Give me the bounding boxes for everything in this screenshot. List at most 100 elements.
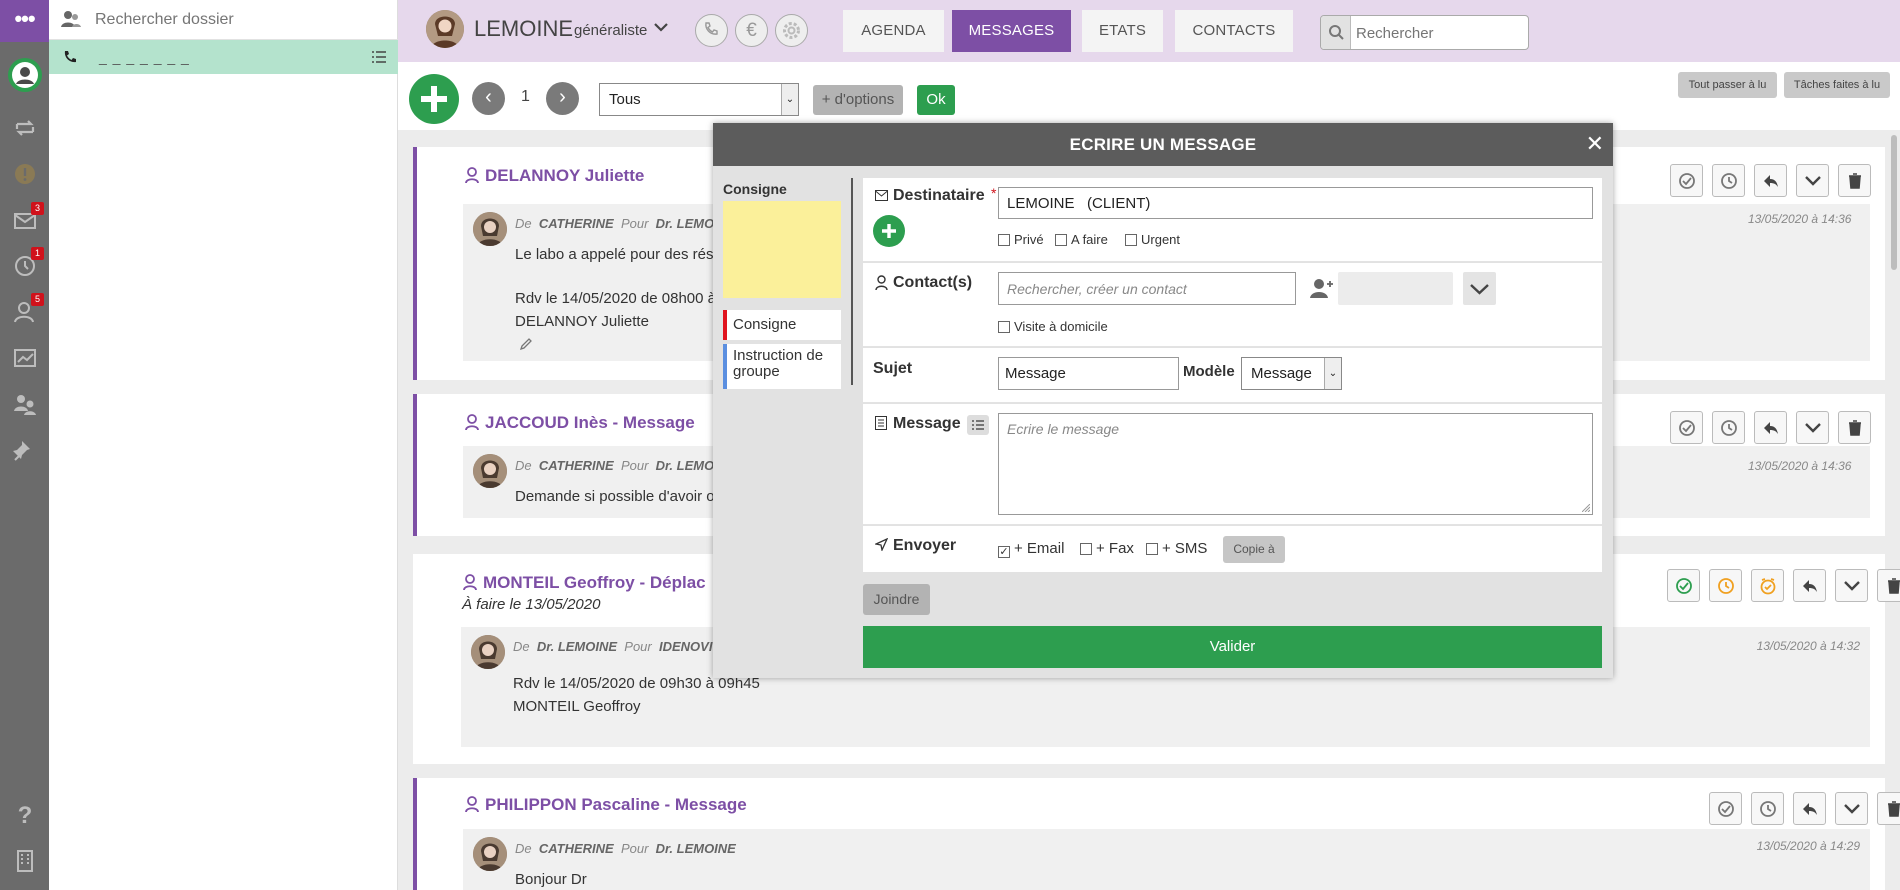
message-line: Le labo a appelé pour des résu [515, 246, 722, 263]
checkbox-prive[interactable]: Privé [998, 232, 1044, 247]
doctor-avatar[interactable] [426, 10, 464, 48]
chevron-down-icon[interactable] [654, 22, 668, 32]
sender-avatar [473, 837, 507, 871]
more-options-button[interactable]: + d'options [813, 85, 903, 115]
euro-circle-button[interactable]: € [735, 14, 768, 47]
sync-icon[interactable] [12, 115, 38, 141]
mark-all-read-button[interactable]: Tout passer à lu [1678, 72, 1777, 98]
alert-icon[interactable] [12, 161, 38, 187]
building-icon[interactable] [12, 848, 38, 874]
contact-dropdown-button[interactable] [1463, 272, 1496, 305]
message-textarea[interactable]: Ecrire le message [998, 413, 1593, 515]
tab-etats[interactable]: ETATS [1082, 10, 1163, 52]
reply-button[interactable] [1754, 164, 1787, 197]
checkbox-urgent[interactable]: Urgent [1125, 232, 1180, 247]
phone-circle-button[interactable] [695, 14, 728, 47]
snooze-button[interactable] [1712, 411, 1745, 444]
tab-messages[interactable]: MESSAGES [952, 10, 1071, 52]
contacts-icon[interactable]: 5 [12, 293, 44, 325]
expand-button[interactable] [1835, 569, 1868, 602]
done-button[interactable] [1709, 792, 1742, 825]
tab-contacts[interactable]: CONTACTS [1175, 10, 1293, 52]
add-contact-icon[interactable] [1310, 278, 1334, 298]
message-title[interactable]: JACCOUD Inès - Message [485, 413, 695, 433]
ok-button[interactable]: Ok [917, 85, 955, 115]
snooze-button[interactable] [1751, 792, 1784, 825]
tab-agenda[interactable]: AGENDA [843, 10, 944, 52]
tasks-done-button[interactable]: Tâches faites à lu [1784, 72, 1890, 98]
consigne-note[interactable] [723, 201, 841, 298]
message-card[interactable]: PHILIPPON Pascaline - Message De CATHERI… [413, 778, 1900, 890]
message-title[interactable]: DELANNOY Juliette [485, 166, 644, 186]
destinataire-input[interactable]: LEMOINE (CLIENT) [998, 187, 1593, 219]
message-body: De CATHERINE Pour Dr. LEMOINE Bonjour Dr… [463, 829, 1870, 890]
settings-gear-icon[interactable] [775, 14, 808, 47]
checkbox-email[interactable]: ✓ + Email [998, 540, 1064, 558]
top-bar: LEMOINE généraliste € AGENDA MESSAGES ET… [398, 0, 1900, 62]
sujet-row: Sujet Message Modèle Message ⌄ [863, 348, 1602, 403]
message-title[interactable]: PHILIPPON Pascaline - Message [485, 795, 747, 815]
next-page-button[interactable]: › [546, 82, 579, 115]
pin-icon[interactable] [12, 437, 38, 463]
delete-button[interactable] [1838, 411, 1871, 444]
edit-pencil-icon[interactable] [519, 337, 533, 351]
delete-button[interactable] [1877, 792, 1900, 825]
contact-type-field[interactable] [1338, 272, 1453, 305]
history-icon[interactable]: 1 [12, 247, 44, 279]
snooze-button[interactable] [1712, 164, 1745, 197]
reply-button[interactable] [1754, 411, 1787, 444]
add-recipient-button[interactable] [873, 215, 905, 247]
phone-icon [63, 50, 77, 64]
checkbox-visite-domicile[interactable]: Visite à domicile [998, 319, 1108, 334]
add-message-button[interactable] [409, 74, 459, 124]
message-from: De Dr. LEMOINE Pour IDENOVI [513, 639, 713, 654]
contacts-search-input[interactable]: Rechercher, créer un contact [998, 272, 1296, 305]
message-row: Message Ecrire le message [863, 404, 1602, 525]
checkbox-fax[interactable]: + Fax [1080, 540, 1134, 557]
apps-menu-icon[interactable]: ••• [0, 0, 49, 42]
help-icon[interactable]: ? [12, 803, 38, 829]
message-title[interactable]: MONTEIL Geoffroy - Déplac [483, 573, 706, 593]
reply-button[interactable] [1793, 569, 1826, 602]
message-timestamp: 13/05/2020 à 14:36 [1748, 212, 1852, 226]
checkbox-sms[interactable]: + SMS [1146, 540, 1207, 557]
joindre-button[interactable]: Joindre [863, 584, 930, 615]
sujet-input[interactable]: Message [998, 357, 1179, 390]
contacts-label: Contact(s) [893, 274, 973, 291]
done-button[interactable] [1670, 164, 1703, 197]
close-icon[interactable]: ✕ [1586, 132, 1604, 156]
dossier-search-input[interactable] [95, 9, 375, 31]
snooze-button[interactable] [1709, 569, 1742, 602]
reply-button[interactable] [1793, 792, 1826, 825]
done-button[interactable] [1667, 569, 1700, 602]
resize-handle-icon[interactable] [1582, 504, 1590, 512]
expand-button[interactable] [1835, 792, 1868, 825]
delete-button[interactable] [1838, 164, 1871, 197]
category-instruction-groupe[interactable]: Instruction de groupe [723, 344, 841, 389]
user-avatar-icon[interactable] [8, 58, 42, 92]
modele-select[interactable]: Message ⌄ [1241, 357, 1342, 390]
template-list-icon[interactable] [967, 415, 989, 435]
filter-select[interactable]: Tous ⌄ [599, 83, 799, 116]
checkbox-a-faire[interactable]: A faire [1055, 232, 1108, 247]
previous-page-button[interactable]: ‹ [472, 82, 505, 115]
phone-entry-row[interactable]: _ _ _ _ _ _ _ [49, 40, 398, 74]
global-search-input[interactable] [1356, 22, 1521, 44]
expand-button[interactable] [1796, 411, 1829, 444]
mail-icon[interactable]: 3 [12, 202, 44, 234]
valider-button[interactable]: Valider [863, 626, 1602, 668]
list-icon[interactable] [372, 51, 386, 63]
users-badge: 5 [31, 293, 44, 306]
statistics-icon[interactable] [12, 345, 38, 371]
copie-a-button[interactable]: Copie à [1223, 536, 1285, 563]
sender-avatar [473, 212, 507, 246]
done-button[interactable] [1670, 411, 1703, 444]
delete-button[interactable] [1877, 569, 1900, 602]
expand-button[interactable] [1796, 164, 1829, 197]
global-search [1320, 15, 1529, 50]
team-icon[interactable] [12, 391, 38, 417]
scrollbar[interactable] [1891, 135, 1897, 270]
category-consigne[interactable]: Consigne [723, 310, 841, 340]
mail-icon [875, 190, 888, 201]
reminder-done-button[interactable] [1751, 569, 1784, 602]
